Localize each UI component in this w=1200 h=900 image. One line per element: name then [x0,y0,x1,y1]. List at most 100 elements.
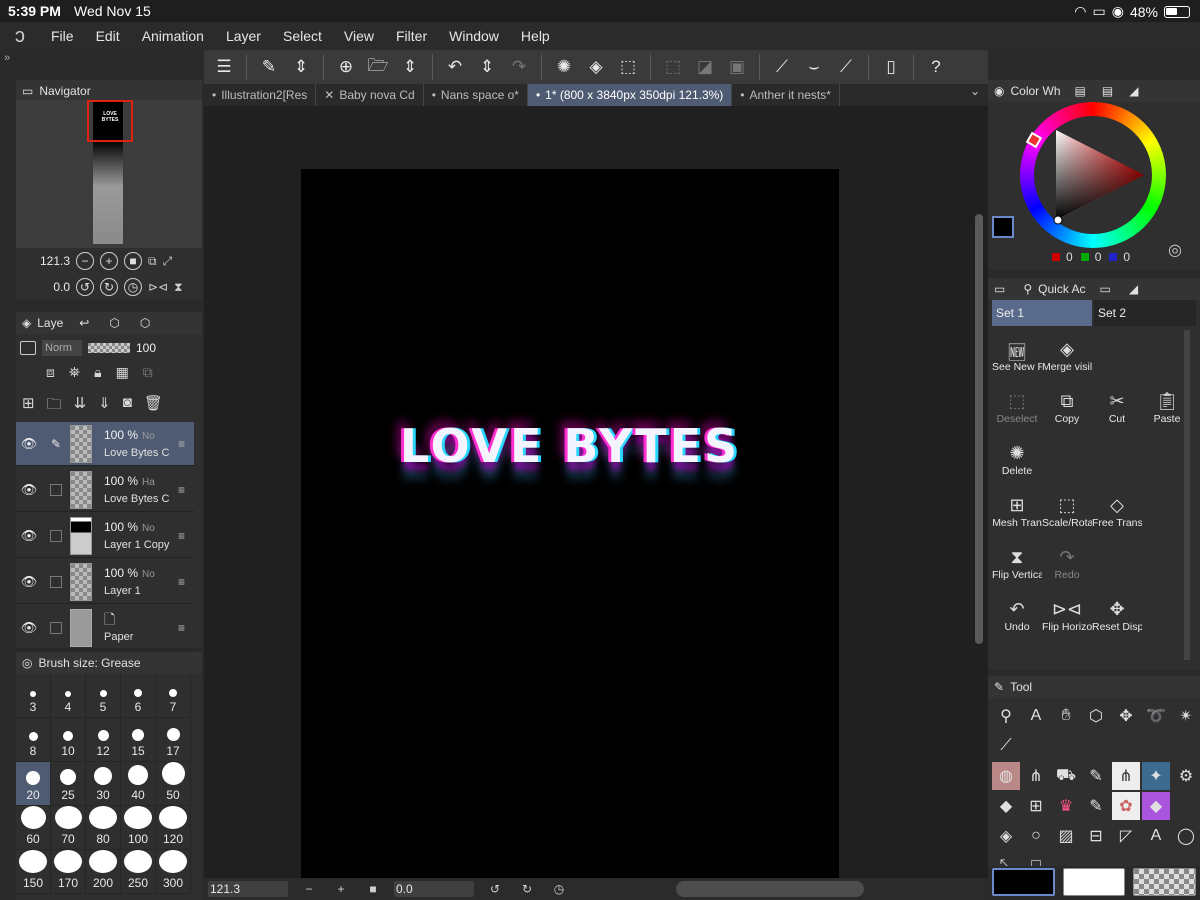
quick-access-item[interactable]: ✥ Reset Disp [1092,590,1142,642]
deselect-icon[interactable]: ⬚ [659,53,687,81]
quick-access-item[interactable]: ↷ Redo [1042,538,1092,590]
new-canvas-icon[interactable]: ⊕ [332,53,360,81]
layer-menu-icon[interactable]: ≡ [178,529,194,543]
layer-row-paper[interactable]: 👁︎ 🗋︎ Paper ≡ [16,606,194,650]
clear-icon[interactable]: ✺ [550,53,578,81]
brush-size-option[interactable]: 20 [16,762,51,806]
quick-access-item[interactable]: ↶ Undo [992,590,1042,642]
invert-selection-icon[interactable]: ◪ [691,53,719,81]
layer-menu-icon[interactable]: ≡ [178,483,194,497]
delete-layer-icon[interactable]: 🗑︎ [144,394,163,419]
layer-color-icon[interactable] [20,341,36,355]
brush-size-option[interactable]: 50 [156,762,191,806]
set-tab-1[interactable]: Set 1 [992,300,1092,326]
menu-view[interactable]: View [333,28,385,44]
quick-access-item[interactable]: 🆕︎ See New F [992,330,1042,382]
purple-brush-icon[interactable]: ◆ [1142,792,1170,820]
brush-size-option[interactable]: 200 [86,850,121,894]
eraser-icon[interactable]: ◆ [992,792,1020,820]
zoom-out-icon[interactable]: − [298,882,320,896]
fill-icon[interactable]: ◈ [582,53,610,81]
layers-tab-icon[interactable]: ◈ [22,316,31,330]
eyedropper-icon[interactable]: ⟋ [992,732,1020,760]
layer-row[interactable]: 👁︎ 100 % No Layer 1 Copy ≡ [16,514,194,558]
help-icon[interactable]: ? [922,53,950,81]
balloon-tool-icon[interactable]: ◯ [1172,822,1200,850]
special-ruler-icon[interactable]: ⌣ [800,53,828,81]
layer-select-checkbox[interactable] [50,529,62,542]
brush-size-option[interactable]: 15 [121,718,156,762]
rotate-left-icon[interactable]: ↺ [76,278,94,296]
brush-size-option[interactable]: 25 [51,762,86,806]
brush-size-option[interactable]: 6 [121,674,156,718]
brush-size-option[interactable]: 170 [51,850,86,894]
tab-list-chevron-down-icon[interactable]: ⌄ [970,84,980,98]
fill-tool-icon[interactable]: ◈ [992,822,1020,850]
blend-mode-select[interactable]: Norm [42,340,82,356]
stepper-icon[interactable]: ⇕ [287,53,315,81]
rotate-right-icon[interactable]: ↻ [100,278,118,296]
tab-current-canvas[interactable]: • 1* (800 x 3840px 350dpi 121.3%) [527,84,733,106]
sub-tool-tab-icon[interactable]: ▭ [994,282,1005,296]
menu-edit[interactable]: Edit [85,28,131,44]
navigator-view-frame[interactable] [87,100,133,142]
fit-window-icon[interactable]: ⧉ [148,254,157,269]
magic-wand-icon[interactable]: ✴ [1172,702,1200,730]
actual-size-icon[interactable]: ■ [362,882,384,896]
zoom-in-icon[interactable]: + [330,882,352,896]
brush-size-option[interactable]: 150 [16,850,51,894]
menu-select[interactable]: Select [272,28,333,44]
blend-tool-icon[interactable]: ✎ [1082,792,1110,820]
pen-tab-icon[interactable]: ✎ [994,680,1004,694]
brush-size-option[interactable]: 100 [121,806,156,850]
edit-icon[interactable]: ✎ [255,53,283,81]
layer-menu-icon[interactable]: ≡ [178,575,194,589]
quick-access-item[interactable]: ⊳⊲ Flip Horizo [1042,590,1092,642]
color-set-tab-icon[interactable]: ▤ [1075,84,1086,98]
navigator-preview[interactable]: LOVE BYTES [16,100,202,248]
undo-icon[interactable]: ↶ [441,53,469,81]
menu-layer[interactable]: Layer [215,28,272,44]
left-dock-collapse-icon[interactable]: » [0,52,204,72]
layer-tab-icon[interactable]: ▭ [1100,282,1111,296]
foliage-brush-icon[interactable]: ⋔ [1112,762,1140,790]
brush-size-option[interactable]: 300 [156,850,191,894]
lock-icon[interactable]: 🔒︎ [94,364,101,381]
flip-horizontal-icon[interactable]: ⊳⊲ [148,280,168,294]
quick-access-item[interactable]: ⬚ Scale/Rota [1042,486,1092,538]
custom-brush-icon[interactable]: ◍ [992,762,1020,790]
quick-access-item[interactable]: ✂ Cut [1092,382,1142,434]
visibility-eye-icon[interactable]: 👁︎ [16,528,42,544]
text-tool-icon[interactable]: A [1022,702,1050,730]
layer-row[interactable]: 👁︎ ✎ 100 % No Love Bytes C ≡ [16,422,194,466]
canvas-area[interactable]: LOVE BYTES [204,106,988,878]
reset-rotation-icon[interactable]: ◷ [548,882,570,896]
grid-snap-icon[interactable]: ⟋ [832,53,860,81]
brush-size-option[interactable]: 30 [86,762,121,806]
brush-size-option[interactable]: 5 [86,674,121,718]
hand-tool-icon[interactable]: ✋︎ [1052,702,1080,730]
color-mode-icon[interactable]: ◎ [1168,240,1182,260]
merge-down-icon[interactable]: ⇓ [98,394,111,419]
stepper-icon[interactable]: ⇕ [473,53,501,81]
sub-color-box[interactable] [1062,868,1126,896]
layer-select-checkbox[interactable] [50,621,62,634]
reset-rotation-icon[interactable]: ◷ [124,278,142,296]
rotation-field[interactable]: 0.0 [394,881,474,897]
text-tool-2-icon[interactable]: A [1142,822,1170,850]
layer-panel-title[interactable]: Laye [37,316,63,330]
quick-access-item[interactable]: ⊞ Mesh Tran [992,486,1042,538]
saturation-triangle[interactable] [1034,116,1152,234]
color-history-tab-icon[interactable]: ▤ [1102,84,1113,98]
lasso-tool-icon[interactable]: ➰ [1142,702,1170,730]
open-folder-icon[interactable]: 🗁︎ [364,53,392,81]
new-raster-layer-icon[interactable]: ⊞ [22,394,35,419]
horizontal-scrollbar[interactable] [676,881,864,897]
brush-size-option[interactable]: 3 [16,674,51,718]
ruler-tool-icon[interactable]: ◸ [1112,822,1140,850]
brush-size-option[interactable]: 7 [156,674,191,718]
quick-access-item[interactable]: ◇ Free Transf [1092,486,1142,538]
brush-size-option[interactable]: 4 [51,674,86,718]
menu-filter[interactable]: Filter [385,28,438,44]
zoom-in-icon[interactable]: + [100,252,118,270]
